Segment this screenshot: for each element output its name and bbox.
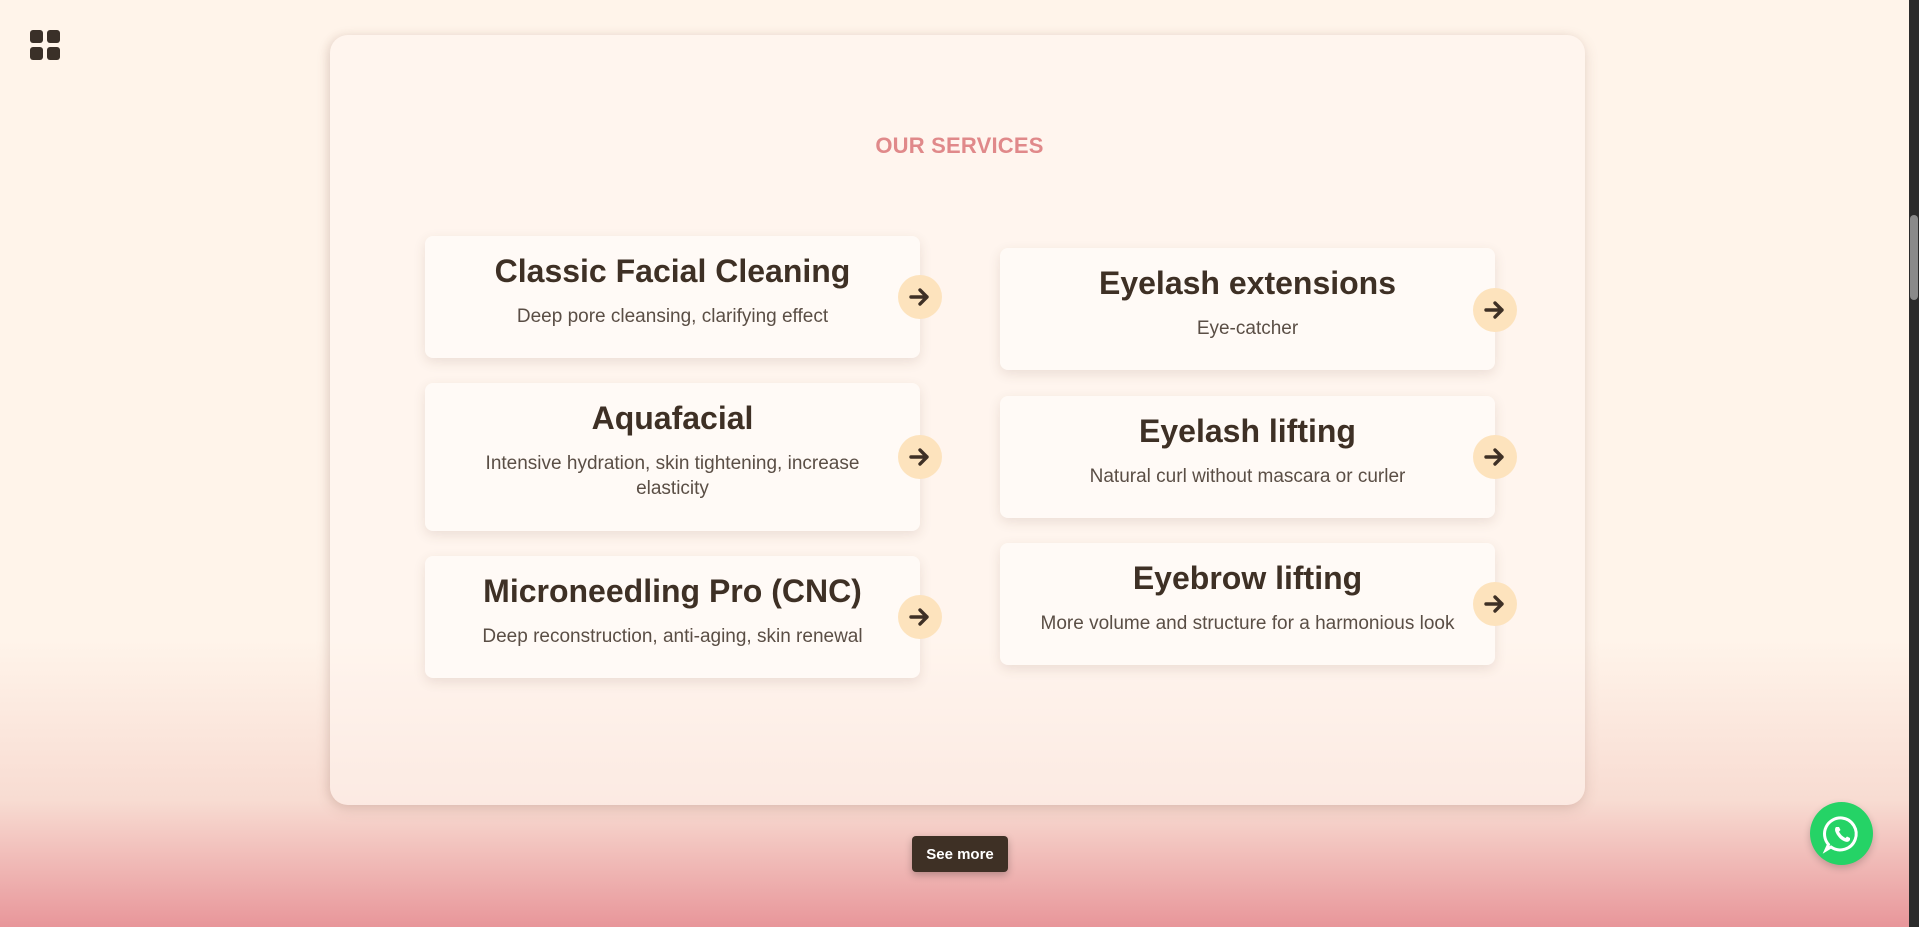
service-title: Aquafacial [591,400,754,436]
service-card-aquafacial[interactable]: Aquafacial Intensive hydration, skin tig… [425,383,920,531]
arrow-right-icon [1484,595,1504,613]
service-description: Intensive hydration, skin tightening, in… [485,453,860,500]
arrow-right-icon [909,448,929,466]
service-description: More volume and structure for a harmonio… [1040,613,1455,635]
service-title: Microneedling Pro (CNC) [483,573,862,609]
arrow-right-icon [1484,448,1504,466]
service-title: Eyebrow lifting [1132,560,1363,596]
arrow-right-icon [1484,301,1504,319]
grid-icon-square [47,47,60,60]
scrollbar-thumb[interactable] [1910,215,1918,300]
service-description: Deep pore cleansing, clarifying effect [516,306,829,328]
service-title: Eyelash extensions [1098,265,1397,301]
whatsapp-icon [1822,815,1858,854]
whatsapp-button[interactable] [1810,802,1873,865]
grid-icon-square [30,30,43,43]
arrow-button[interactable] [898,435,942,479]
grid-icon-square [30,47,43,60]
service-description: Eye-catcher [1196,318,1299,340]
arrow-button[interactable] [1473,435,1517,479]
grid-icon-square [47,30,60,43]
arrow-button[interactable] [1473,288,1517,332]
service-card-eyebrow-lifting[interactable]: Eyebrow lifting More volume and structur… [1000,543,1495,665]
service-title: Eyelash lifting [1139,413,1356,449]
service-card-eyelash-lifting[interactable]: Eyelash lifting Natural curl without mas… [1000,396,1495,518]
grid-menu-button[interactable] [30,30,60,60]
service-description: Deep reconstruction, anti-aging, skin re… [482,626,863,648]
see-more-button[interactable]: See more [912,836,1008,872]
arrow-button[interactable] [898,275,942,319]
arrow-button[interactable] [898,595,942,639]
arrow-button[interactable] [1473,582,1517,626]
service-title: Classic Facial Cleaning [494,253,851,289]
arrow-right-icon [909,288,929,306]
service-card-classic-facial[interactable]: Classic Facial Cleaning Deep pore cleans… [425,236,920,358]
service-card-microneedling[interactable]: Microneedling Pro (CNC) Deep reconstruct… [425,556,920,678]
service-description: Natural curl without mascara or curler [1089,466,1406,488]
section-title: OUR SERVICES [875,133,1044,158]
service-card-eyelash-extensions[interactable]: Eyelash extensions Eye-catcher [1000,248,1495,370]
scrollbar[interactable] [1909,0,1919,927]
arrow-right-icon [909,608,929,626]
